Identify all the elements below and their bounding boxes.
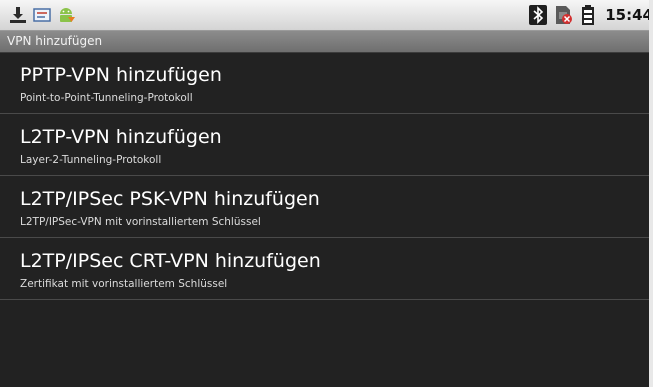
list-item-pptp-vpn[interactable]: PPTP-VPN hinzufügen Point-to-Point-Tunne… — [0, 53, 653, 114]
vpn-type-list: PPTP-VPN hinzufügen Point-to-Point-Tunne… — [0, 53, 653, 387]
list-item-l2tp-vpn[interactable]: L2TP-VPN hinzufügen Layer-2-Tunneling-Pr… — [0, 115, 653, 176]
no-sim-icon — [556, 6, 573, 24]
list-item-sublabel: Zertifikat mit vorinstalliertem Schlüsse… — [20, 278, 228, 290]
battery-icon — [582, 5, 595, 25]
message-icon — [33, 8, 51, 22]
screen: 15:44 VPN hinzufügen PPTP-VPN hinzufügen… — [0, 0, 653, 387]
list-item-l2tp-ipsec-crt-vpn[interactable]: L2TP/IPSec CRT-VPN hinzufügen Zertifikat… — [0, 239, 653, 300]
android-debug-icon — [60, 8, 75, 22]
download-icon — [10, 7, 26, 23]
list-item-label: PPTP-VPN hinzufügen — [20, 64, 222, 86]
list-item-label: L2TP/IPSec PSK-VPN hinzufügen — [20, 188, 320, 210]
list-item-sublabel: Layer-2-Tunneling-Protokoll — [20, 154, 162, 166]
screen-edge — [649, 0, 653, 387]
list-item-label: L2TP-VPN hinzufügen — [20, 126, 222, 148]
list-item-label: L2TP/IPSec CRT-VPN hinzufügen — [20, 250, 321, 272]
list-item-l2tp-ipsec-psk-vpn[interactable]: L2TP/IPSec PSK-VPN hinzufügen L2TP/IPSec… — [0, 177, 653, 238]
list-item-sublabel: Point-to-Point-Tunneling-Protokoll — [20, 92, 193, 104]
notification-icons — [8, 4, 76, 26]
title-bar: VPN hinzufügen — [0, 31, 653, 53]
status-bar: 15:44 — [0, 0, 653, 31]
bluetooth-icon — [529, 5, 548, 25]
list-item-sublabel: L2TP/IPSec-VPN mit vorinstalliertem Schl… — [20, 216, 261, 228]
page-title: VPN hinzufügen — [7, 34, 103, 48]
system-icons: 15:44 — [528, 4, 653, 26]
clock: 15:44 — [605, 6, 653, 24]
